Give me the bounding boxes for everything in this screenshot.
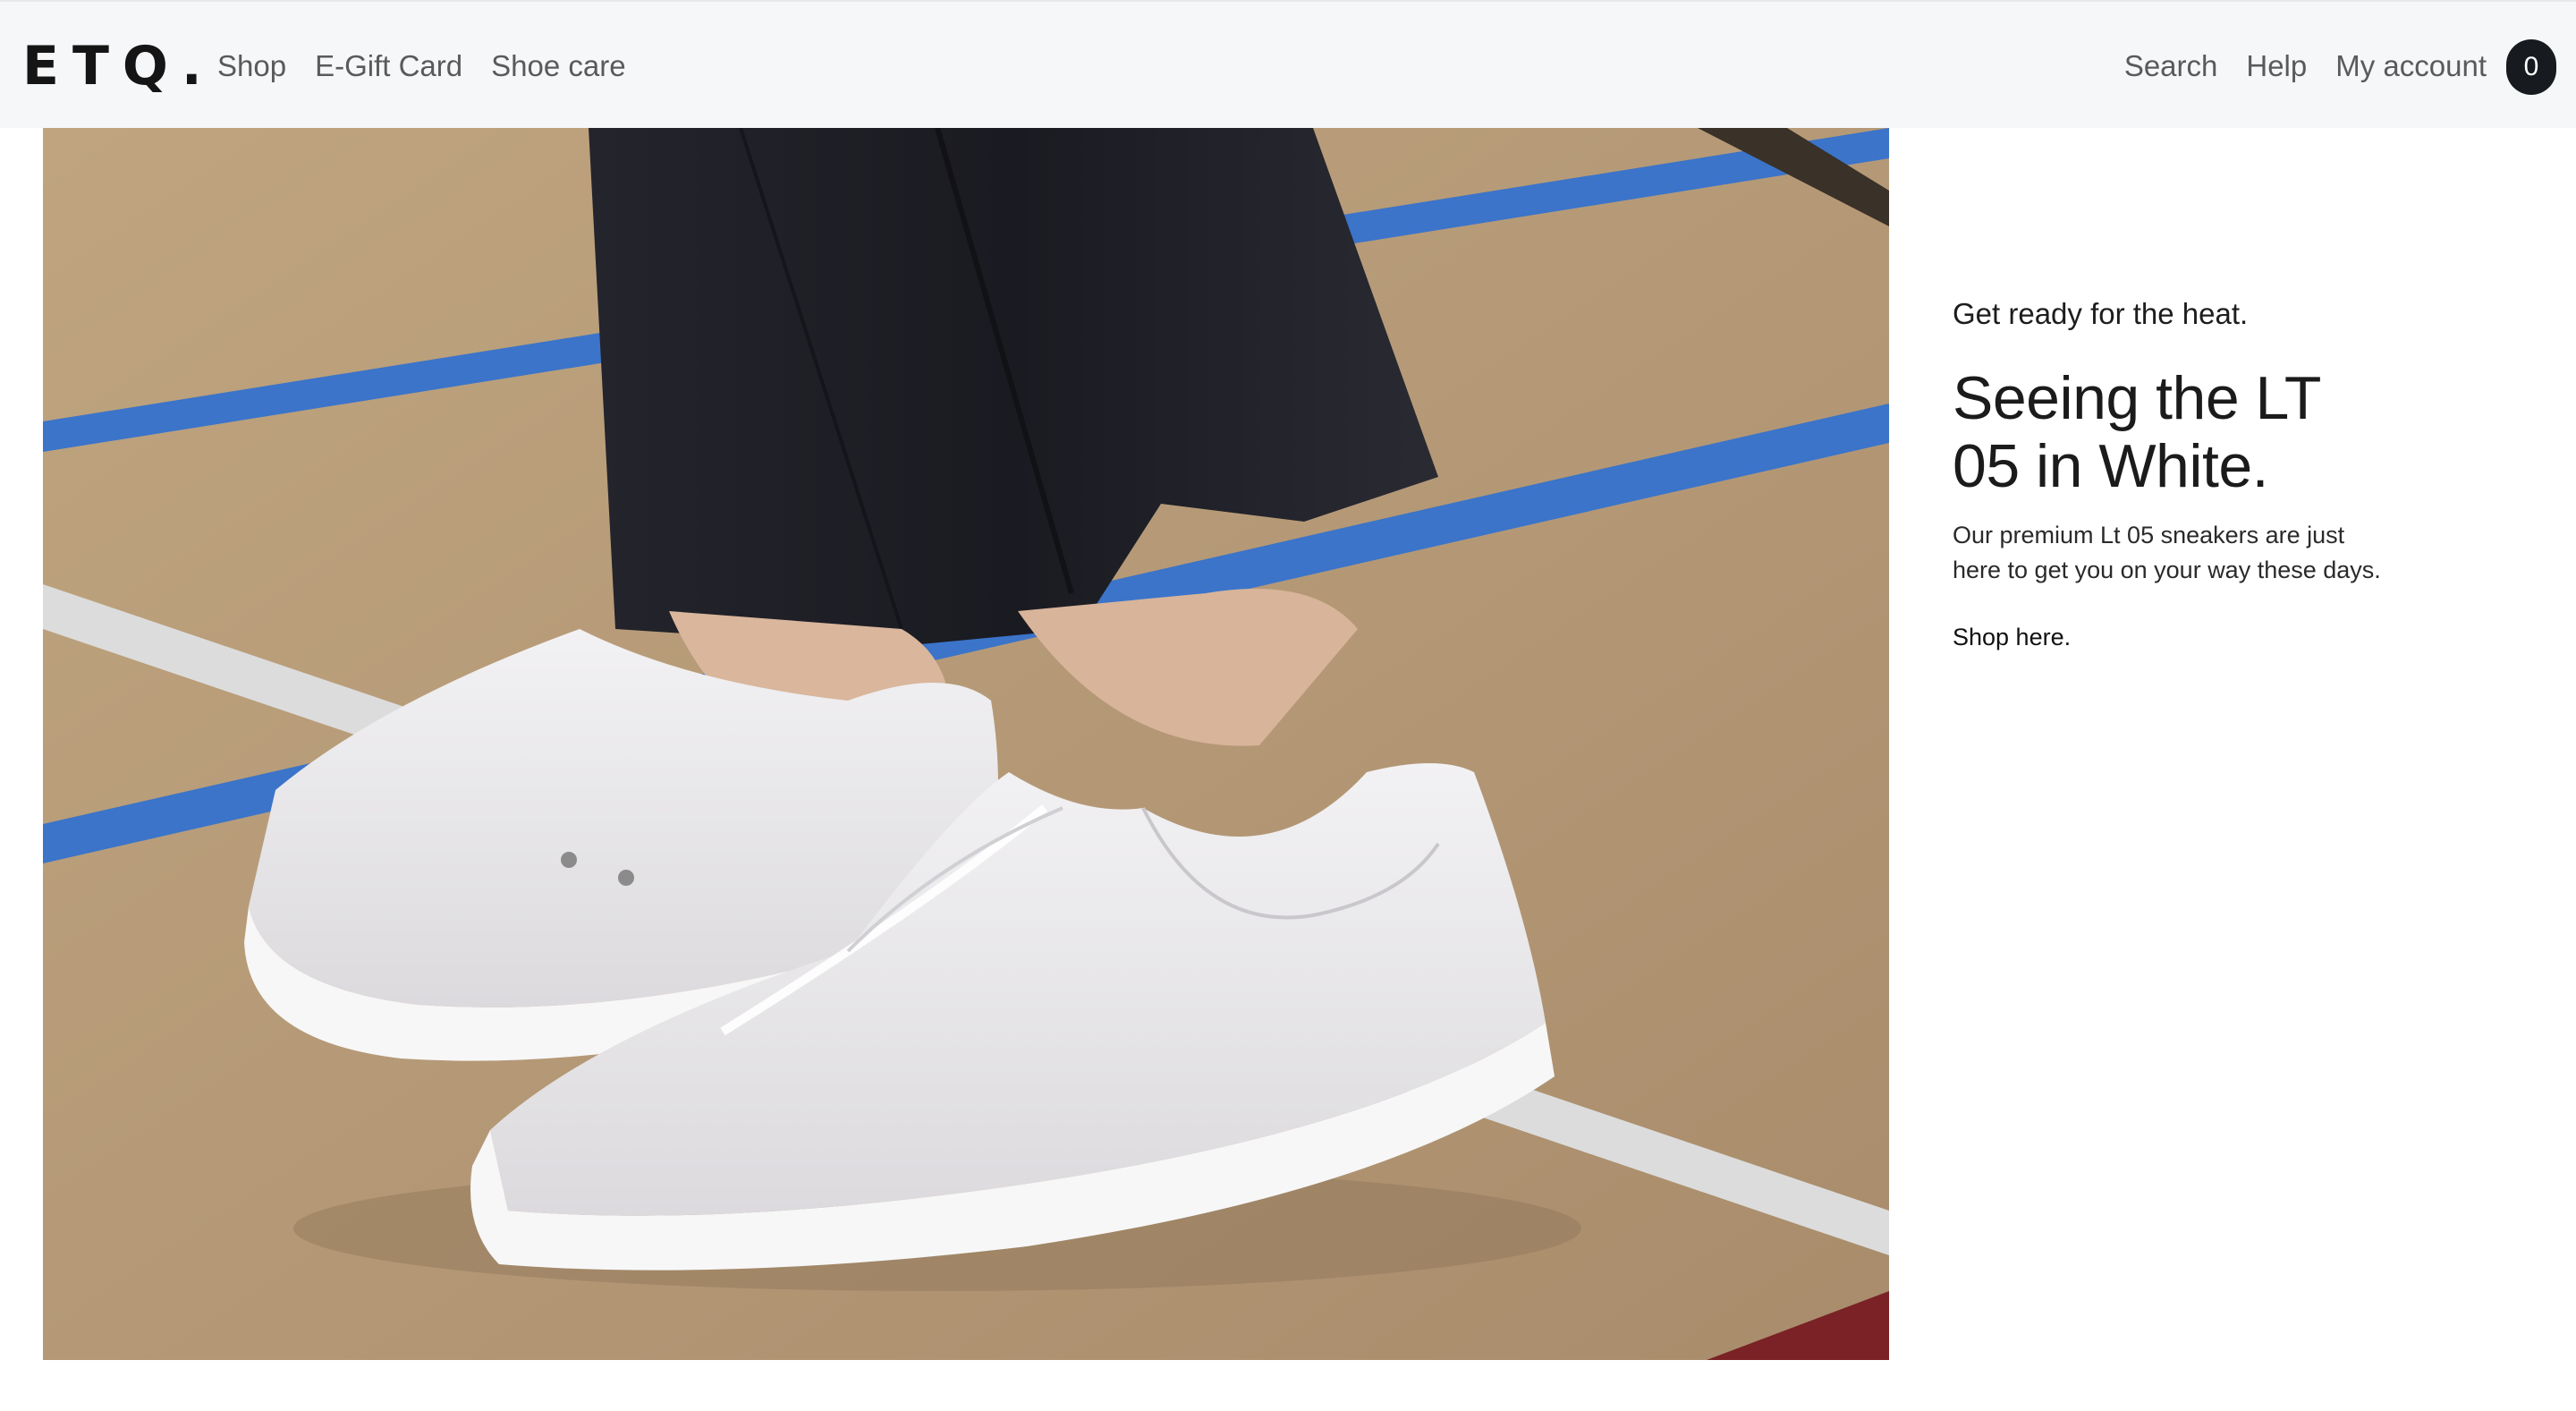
nav-help-link[interactable]: Help (2246, 49, 2307, 83)
hero-headline-line-2: 05 in White. (1953, 432, 2269, 501)
nav-shoe-care-link[interactable]: Shoe care (491, 49, 625, 83)
hero-headline: Seeing the LT 05 in White. (1953, 364, 2489, 500)
hero-sneaker-image[interactable] (43, 128, 1889, 1360)
cart-count-badge[interactable]: 0 (2506, 39, 2556, 95)
hero-description-line-1: Our premium Lt 05 sneakers are just (1953, 522, 2345, 549)
nav-egift-card-link[interactable]: E-Gift Card (315, 49, 462, 83)
hero-copy: Get ready for the heat. Seeing the LT 05… (1953, 295, 2489, 651)
hero-eyebrow: Get ready for the heat. (1953, 297, 2249, 330)
hero-description-line-2: here to get you on your way these days. (1953, 557, 2381, 584)
primary-nav: Shop E-Gift Card Shoe care (217, 2, 655, 130)
brand-logo[interactable]: ETQ. (22, 30, 216, 102)
sneaker-photo-illustration (43, 128, 1889, 1360)
site-header: ETQ. Shop E-Gift Card Shoe care Search H… (0, 0, 2576, 128)
utility-nav: Search Help My account (2096, 2, 2487, 130)
hero-headline-line-1: Seeing the LT (1953, 363, 2321, 432)
nav-search-link[interactable]: Search (2124, 49, 2218, 83)
hero-description: Our premium Lt 05 sneakers are just here… (1953, 518, 2489, 588)
nav-shop-link[interactable]: Shop (217, 49, 286, 83)
shop-here-link[interactable]: Shop here. (1953, 624, 2071, 650)
nav-my-account-link[interactable]: My account (2335, 49, 2487, 83)
